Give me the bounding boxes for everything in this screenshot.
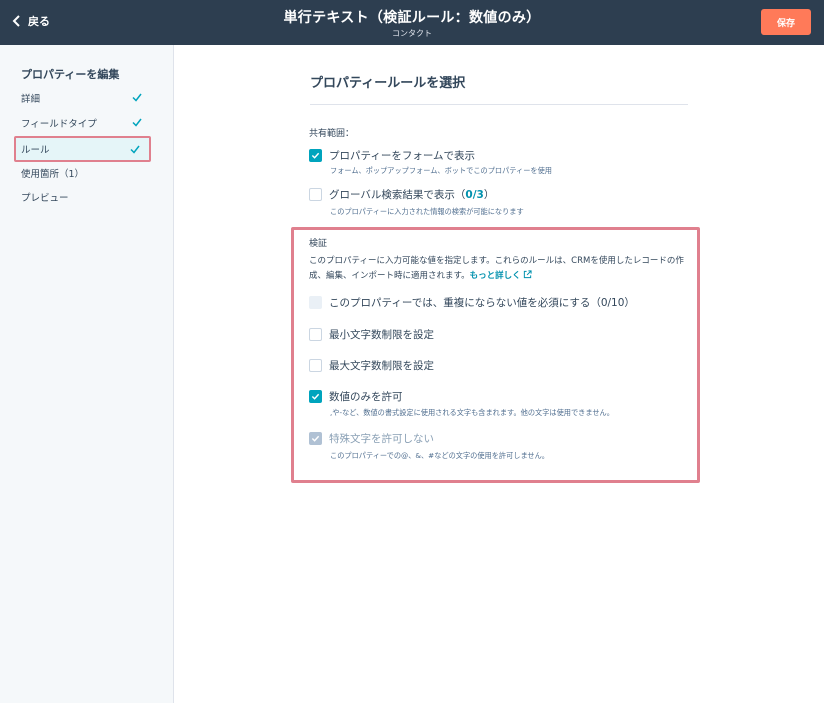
sidebar-item-details[interactable]: 詳細 xyxy=(14,87,151,109)
numbers-only-checkbox[interactable] xyxy=(309,390,322,403)
save-button[interactable]: 保存 xyxy=(761,9,811,35)
max-chars-label: 最大文字数制限を設定 xyxy=(329,360,434,372)
no-special-chars-option: 特殊文字を許可しない xyxy=(309,431,434,446)
sidebar-item-label: プレビュー xyxy=(21,193,69,204)
section-title: プロパティールールを選択 xyxy=(310,76,466,91)
page-title: 単行テキスト（検証ルール：数値のみ） xyxy=(283,10,541,26)
show-in-forms-help: フォーム、ポップアップフォーム、ボットでこのプロパティーを使用 xyxy=(330,166,552,175)
sidebar-item-usage[interactable]: 使用箇所（1） xyxy=(14,162,151,184)
no-special-chars-label: 特殊文字を許可しない xyxy=(329,433,434,445)
numbers-only-option[interactable]: 数値のみを許可 xyxy=(309,389,403,404)
sidebar-title: プロパティーを編集 xyxy=(21,68,120,81)
divider xyxy=(310,104,688,105)
numbers-only-help: ,や-など、数値の書式設定に使用される文字も含まれます。他の文字は使用できません… xyxy=(330,408,614,417)
check-icon xyxy=(132,118,142,127)
no-special-chars-help: このプロパティーでの@、&、#などの文字の使用を許可しません。 xyxy=(330,451,549,460)
page-subtitle: コンタクト xyxy=(392,29,432,38)
numbers-only-label: 数値のみを許可 xyxy=(329,391,403,403)
external-link-icon[interactable] xyxy=(523,270,532,279)
no-special-chars-checkbox xyxy=(309,432,322,445)
check-icon xyxy=(130,145,140,154)
min-chars-checkbox[interactable] xyxy=(309,328,322,341)
unique-values-option: このプロパティーでは、重複にならない値を必須にする（0/10） xyxy=(309,295,635,310)
check-icon xyxy=(311,152,320,159)
sidebar-item-label: フィールドタイプ xyxy=(21,119,97,130)
show-in-forms-checkbox[interactable] xyxy=(309,149,322,162)
min-chars-label: 最小文字数制限を設定 xyxy=(329,329,434,341)
top-header: 戻る 単行テキスト（検証ルール：数値のみ） コンタクト 保存 xyxy=(0,0,824,45)
show-in-forms-label: プロパティーをフォームで表示 xyxy=(329,150,476,162)
sidebar-item-label: 使用箇所（1） xyxy=(21,169,85,180)
sidebar-item-rules[interactable]: ルール xyxy=(14,136,151,162)
global-search-help: このプロパティーに入力された情報の検索が可能になります xyxy=(330,207,524,216)
learn-more-link[interactable]: もっと詳しく xyxy=(470,271,521,281)
validation-label: 検証 xyxy=(309,239,328,249)
min-chars-option[interactable]: 最小文字数制限を設定 xyxy=(309,327,434,342)
sidebar-item-label: 詳細 xyxy=(21,94,41,105)
show-in-forms-option[interactable]: プロパティーをフォームで表示 xyxy=(309,148,475,163)
global-search-option[interactable]: グローバル検索結果で表示（0/3） xyxy=(309,187,494,202)
sidebar-item-label: ルール xyxy=(21,145,50,156)
check-icon xyxy=(311,435,320,442)
shared-scope-label: 共有範囲： xyxy=(309,129,355,139)
max-chars-option[interactable]: 最大文字数制限を設定 xyxy=(309,358,434,373)
check-icon xyxy=(132,93,142,102)
sidebar-item-preview[interactable]: プレビュー xyxy=(14,186,151,208)
unique-values-checkbox xyxy=(309,296,322,309)
check-icon xyxy=(311,393,320,400)
unique-values-label: このプロパティーでは、重複にならない値を必須にする（0/10） xyxy=(329,297,635,309)
sidebar: プロパティーを編集 詳細 フィールドタイプ ルール 使用箇所（1） プレビュー xyxy=(0,45,174,703)
global-search-count: 0/3 xyxy=(465,189,484,201)
max-chars-checkbox[interactable] xyxy=(309,359,322,372)
global-search-checkbox[interactable] xyxy=(309,188,322,201)
global-search-label: グローバル検索結果で表示（0/3） xyxy=(329,189,495,201)
validation-description: このプロパティーに入力可能な値を指定します。これらのルールは、CRMを使用したレ… xyxy=(309,256,684,281)
sidebar-item-field-type[interactable]: フィールドタイプ xyxy=(14,112,151,134)
